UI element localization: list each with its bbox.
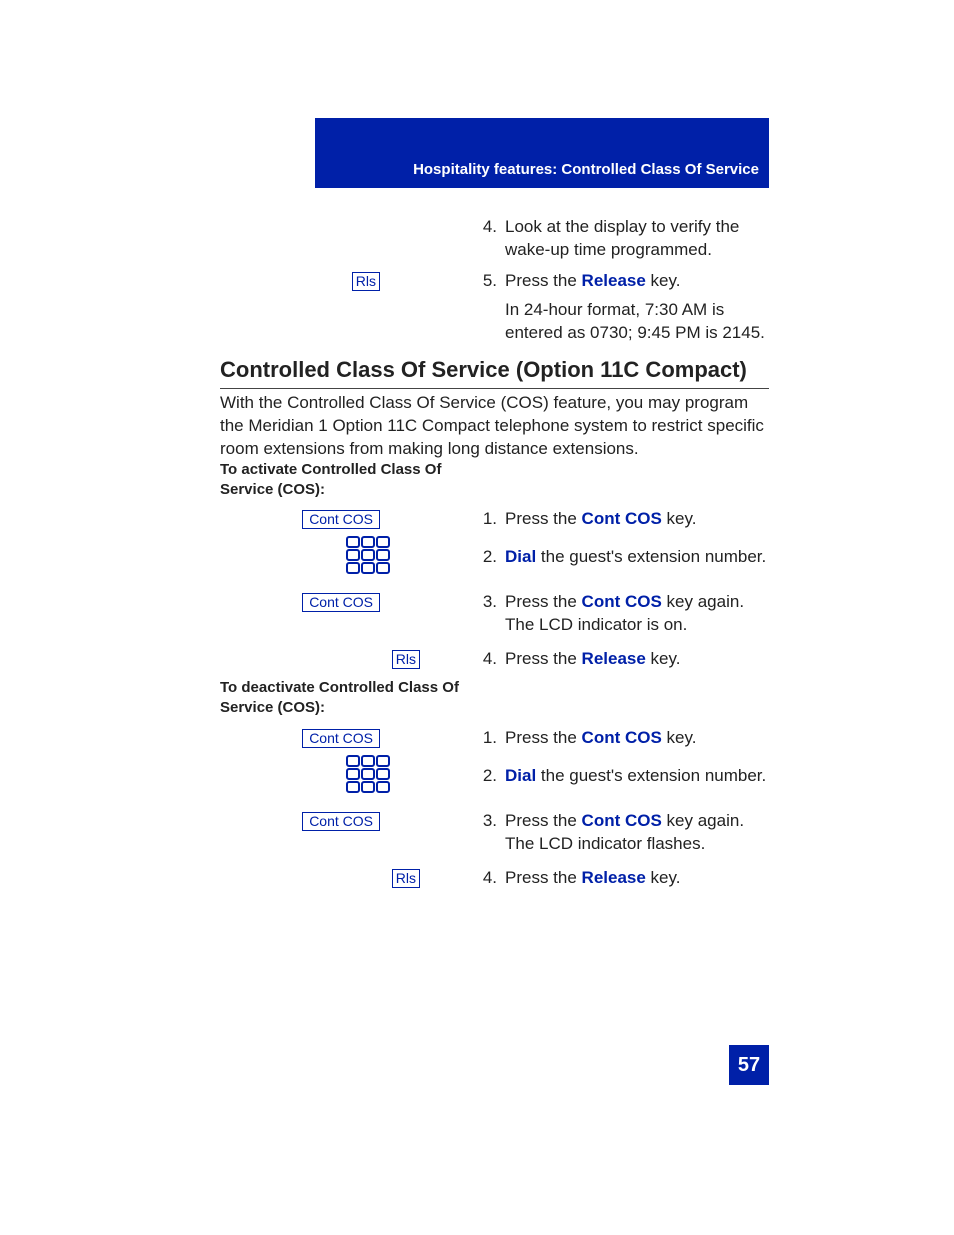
activate-step-4: 4. Press the Release key. bbox=[475, 648, 769, 675]
activate-step-2: 2. Dial the guest's extension number. bbox=[475, 546, 769, 573]
key-name: Release bbox=[582, 271, 646, 290]
activate-step-1: 1. Press the Cont COS key. bbox=[475, 508, 769, 535]
rls-key-2: Rls bbox=[240, 648, 420, 671]
key-name: Dial bbox=[505, 766, 536, 785]
step-suffix: key. bbox=[646, 271, 681, 290]
step-text: Press the Cont COS key again. The LCD in… bbox=[505, 591, 769, 637]
step-prefix: Press the bbox=[505, 271, 582, 290]
section-heading: Controlled Class Of Service (Option 11C … bbox=[220, 355, 769, 389]
step-prefix: Press the bbox=[505, 509, 582, 528]
step-number: 3. bbox=[475, 591, 505, 614]
step-text: Look at the display to verify the wake-u… bbox=[505, 216, 769, 262]
key-name: Cont COS bbox=[582, 811, 662, 830]
step-text: Press the Release key. bbox=[505, 867, 769, 890]
cont-cos-key-icon: Cont COS bbox=[302, 593, 380, 612]
step-text: Press the Release key. bbox=[505, 648, 769, 671]
step-suffix: key. bbox=[646, 649, 681, 668]
deactivate-step-1: 1. Press the Cont COS key. bbox=[475, 727, 769, 754]
header-caption: Hospitality features: Controlled Class O… bbox=[413, 160, 759, 180]
step-number: 1. bbox=[475, 508, 505, 531]
cont-cos-key-icon: Cont COS bbox=[302, 729, 380, 748]
cont-cos-key-4: Cont COS bbox=[200, 810, 380, 833]
key-name: Cont COS bbox=[582, 728, 662, 747]
step-number: 3. bbox=[475, 810, 505, 833]
time-format-note: In 24-hour format, 7:30 AM is entered as… bbox=[475, 299, 769, 345]
cont-cos-key-2: Cont COS bbox=[200, 591, 380, 614]
step-text: Press the Cont COS key. bbox=[505, 508, 769, 531]
step-text: Dial the guest's extension number. bbox=[505, 765, 769, 788]
step-prefix: Press the bbox=[505, 649, 582, 668]
step-number: 5. bbox=[475, 270, 505, 293]
rls-key-1: Rls bbox=[200, 270, 380, 293]
key-name: Release bbox=[582, 649, 646, 668]
step-suffix: key. bbox=[646, 868, 681, 887]
deactivate-step-3: 3. Press the Cont COS key again. The LCD… bbox=[475, 810, 769, 860]
step-text: Dial the guest's extension number. bbox=[505, 546, 769, 569]
key-name: Cont COS bbox=[582, 592, 662, 611]
step-suffix: key. bbox=[662, 728, 697, 747]
page-number: 57 bbox=[729, 1045, 769, 1085]
step-prefix: Press the bbox=[505, 728, 582, 747]
step-prefix: Press the bbox=[505, 811, 582, 830]
cont-cos-key-icon: Cont COS bbox=[302, 812, 380, 831]
header-band: Hospitality features: Controlled Class O… bbox=[315, 118, 769, 188]
keypad-icon-2 bbox=[210, 755, 390, 801]
step-text: Press the Release key. bbox=[505, 270, 769, 293]
step-number: 4. bbox=[475, 867, 505, 890]
keypad-icon-1 bbox=[210, 536, 390, 582]
step-text: Press the Cont COS key. bbox=[505, 727, 769, 750]
step-prefix: Press the bbox=[505, 592, 582, 611]
step-number: 4. bbox=[475, 216, 505, 239]
activate-step-3: 3. Press the Cont COS key again. The LCD… bbox=[475, 591, 769, 641]
step-number: 2. bbox=[475, 765, 505, 788]
step-number: 4. bbox=[475, 648, 505, 671]
cont-cos-key-icon: Cont COS bbox=[302, 510, 380, 529]
step-text: Press the Cont COS key again. The LCD in… bbox=[505, 810, 769, 856]
activate-title: To activate Controlled Class Of Service … bbox=[220, 460, 480, 501]
rls-key-icon: Rls bbox=[392, 869, 420, 888]
step-suffix: key. bbox=[662, 509, 697, 528]
step-prefix: Press the bbox=[505, 868, 582, 887]
key-name: Dial bbox=[505, 547, 536, 566]
page: Hospitality features: Controlled Class O… bbox=[0, 0, 954, 1235]
section-intro: With the Controlled Class Of Service (CO… bbox=[220, 392, 769, 461]
cont-cos-key-3: Cont COS bbox=[200, 727, 380, 750]
top-step-5: 5. Press the Release key. In 24-hour for… bbox=[475, 270, 769, 345]
step-suffix: the guest's extension number. bbox=[536, 766, 766, 785]
step-number: 2. bbox=[475, 546, 505, 569]
step-number: 1. bbox=[475, 727, 505, 750]
step-suffix: the guest's extension number. bbox=[536, 547, 766, 566]
cont-cos-key-1: Cont COS bbox=[200, 508, 380, 531]
deactivate-step-2: 2. Dial the guest's extension number. bbox=[475, 765, 769, 792]
rls-key-icon: Rls bbox=[352, 272, 380, 291]
key-name: Cont COS bbox=[582, 509, 662, 528]
key-name: Release bbox=[582, 868, 646, 887]
deactivate-step-4: 4. Press the Release key. bbox=[475, 867, 769, 894]
deactivate-title: To deactivate Controlled Class Of Servic… bbox=[220, 678, 480, 719]
rls-key-3: Rls bbox=[240, 867, 420, 890]
top-step-4: 4. Look at the display to verify the wak… bbox=[475, 216, 769, 266]
rls-key-icon: Rls bbox=[392, 650, 420, 669]
